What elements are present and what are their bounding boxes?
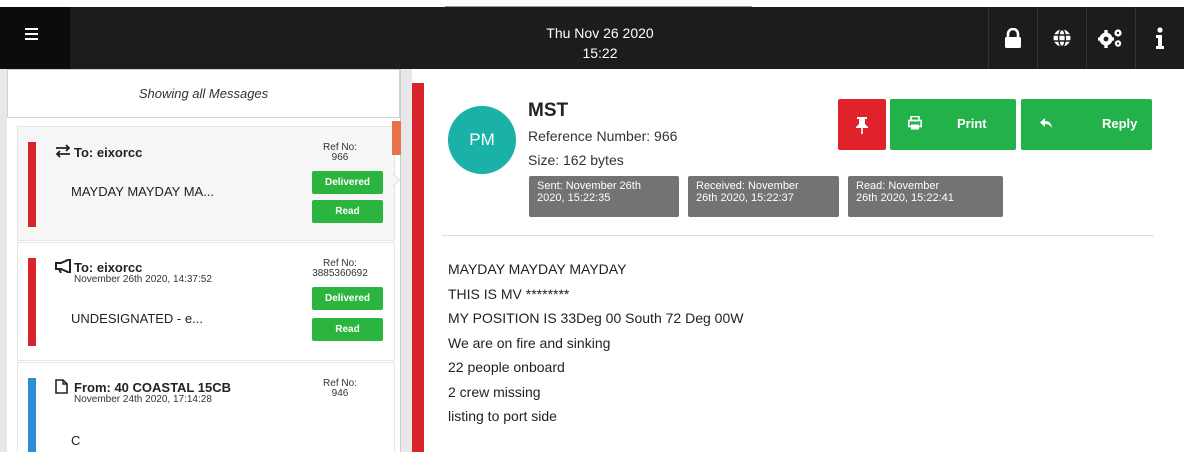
info-icon[interactable] — [1135, 7, 1184, 69]
reply-icon — [1039, 116, 1053, 133]
ref-number: Ref No: 946 — [300, 379, 380, 399]
list-scroll-marker — [392, 121, 401, 155]
message-preview: MAYDAY MAYDAY MA... — [71, 184, 215, 199]
delivered-badge: Delivered — [312, 171, 383, 194]
list-item[interactable]: From: 40 COASTAL 15CB November 24th 2020… — [17, 362, 395, 452]
message-timestamp: November 24th 2020, 17:14:28 — [74, 394, 212, 405]
divider — [442, 235, 1154, 236]
list-item[interactable]: To: eixorcc MAYDAY MAYDAY MA... Ref No: … — [17, 126, 395, 241]
reference-number: Reference Number: 966 — [528, 128, 678, 144]
received-line-2: 26th 2020, 15:22:37 — [696, 192, 794, 204]
pin-icon — [856, 116, 868, 134]
ref-value: 3885360692 — [312, 268, 368, 279]
sent-line-2: 2020, 15:22:35 — [537, 192, 611, 204]
read-line-2: 26th 2020, 15:22:41 — [856, 192, 954, 204]
message-line: 22 people onboard — [448, 359, 565, 375]
sent-timestamp: Sent: November 26th 2020, 15:22:35 — [529, 176, 679, 217]
received-timestamp: Received: November 26th 2020, 15:22:37 — [688, 176, 839, 217]
list-item[interactable]: To: eixorcc November 26th 2020, 14:37:52… — [17, 242, 395, 361]
gears-icon[interactable] — [1086, 7, 1135, 69]
clock-time: 15:22 — [582, 45, 618, 61]
bullhorn-icon — [55, 257, 73, 277]
priority-bar — [28, 258, 36, 346]
print-button[interactable]: Print — [890, 99, 1016, 150]
message-line: We are on fire and sinking — [448, 334, 611, 351]
menu-icon[interactable] — [20, 22, 46, 48]
top-strip-tab — [445, 0, 752, 7]
print-label: Print — [957, 116, 987, 131]
lock-icon[interactable] — [988, 7, 1037, 69]
message-line: THIS IS MV ******** — [448, 285, 570, 302]
message-body: MAYDAY MAYDAY MAYDAY THIS IS MV ********… — [448, 257, 743, 429]
message-line: MY POSITION IS 33Deg 00 South 72 Deg 00W — [448, 310, 744, 326]
sent-line-1: Sent: November 26th — [537, 180, 641, 192]
message-timestamp: November 26th 2020, 14:37:52 — [74, 274, 212, 285]
ref-value: 966 — [331, 152, 349, 163]
top-bar: Thu Nov 26 2020 15:22 — [0, 0, 1184, 69]
message-recipient: To: eixorcc — [74, 145, 143, 160]
ref-value: 946 — [331, 388, 349, 399]
list-filter-header[interactable]: Showing all Messages — [7, 69, 400, 118]
priority-bar — [28, 142, 36, 227]
message-detail: PM MST Reference Number: 966 Size: 162 b… — [412, 69, 1184, 452]
exchange-icon — [55, 144, 71, 162]
print-icon — [908, 115, 922, 133]
message-line: MAYDAY MAYDAY MAYDAY — [448, 261, 627, 277]
message-subject: MST — [528, 100, 569, 121]
message-line: listing to port side — [448, 408, 557, 424]
message-line: 2 crew missing — [448, 383, 541, 400]
read-badge: Read — [312, 318, 383, 341]
document-icon — [55, 379, 68, 398]
read-timestamp: Read: November 26th 2020, 15:22:41 — [848, 176, 1003, 217]
message-list: Showing all Messages To: eixorcc MAYDAY … — [7, 69, 401, 452]
clock-date: Thu Nov 26 2020 — [546, 25, 654, 41]
priority-bar — [412, 83, 424, 452]
globe-icon[interactable] — [1037, 7, 1086, 69]
message-preview: C — [71, 433, 81, 448]
priority-bar — [28, 378, 36, 452]
ref-number: Ref No: 966 — [300, 143, 380, 163]
pin-button[interactable] — [838, 99, 886, 150]
ref-number: Ref No: 3885360692 — [300, 259, 380, 279]
message-recipient: To: eixorcc — [74, 260, 143, 275]
reply-button[interactable]: Reply — [1021, 99, 1152, 150]
reply-label: Reply — [1102, 116, 1138, 131]
received-line-1: Received: November — [696, 180, 799, 192]
read-line-1: Read: November — [856, 180, 940, 192]
read-badge: Read — [312, 200, 383, 223]
avatar: PM — [448, 106, 516, 174]
clock: Thu Nov 26 2020 15:22 — [500, 23, 700, 63]
top-icons — [988, 7, 1184, 69]
message-preview: UNDESIGNATED - e... — [71, 311, 203, 326]
message-sender: From: 40 COASTAL 15CB — [74, 380, 231, 395]
delivered-badge: Delivered — [312, 287, 383, 310]
message-size: Size: 162 bytes — [528, 152, 624, 168]
